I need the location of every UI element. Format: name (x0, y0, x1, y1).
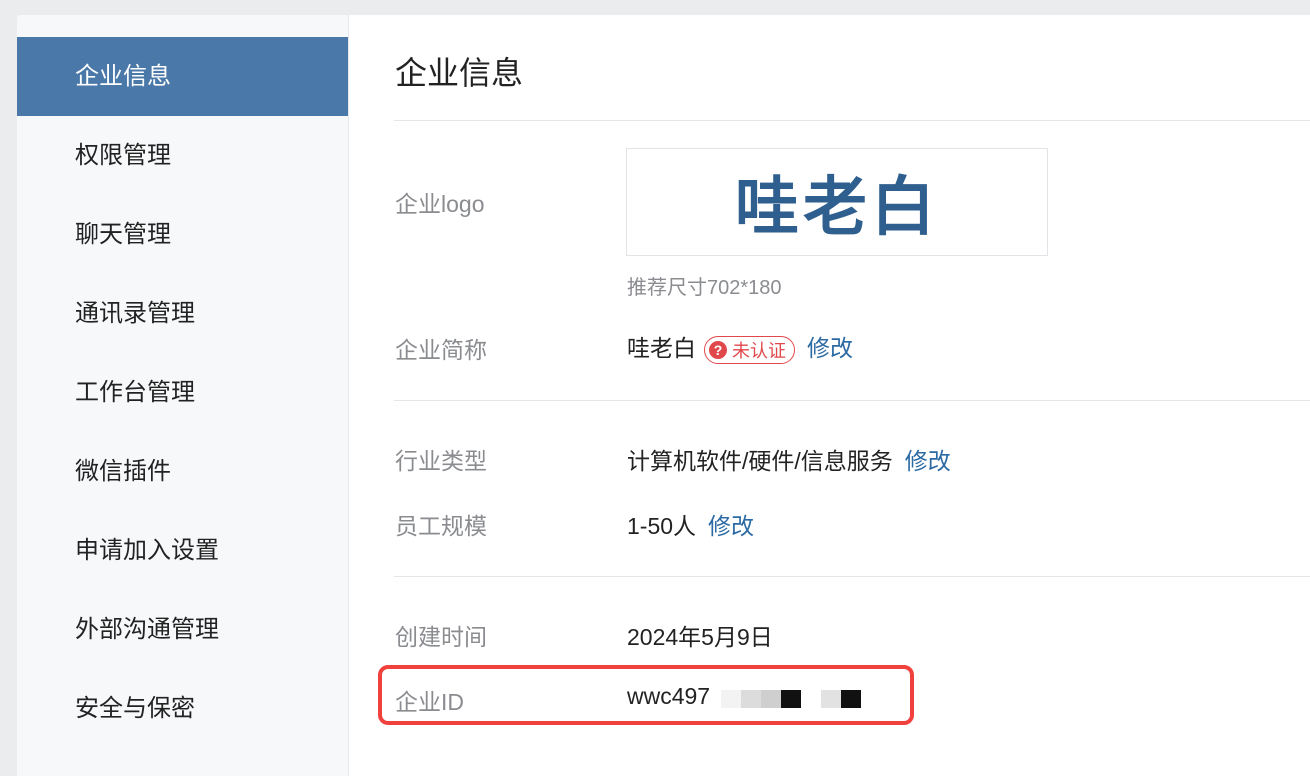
corp-id-highlight-box (378, 665, 914, 725)
scale-value: 1-50人 (627, 513, 697, 539)
settings-card: 企业信息 权限管理 聊天管理 通讯录管理 工作台管理 微信插件 申请加入设置 外… (17, 15, 1310, 776)
industry-label: 行业类型 (395, 448, 487, 474)
sidebar-item-company-info[interactable]: 企业信息 (17, 37, 348, 116)
created-value: 2024年5月9日 (627, 624, 773, 650)
created-label: 创建时间 (395, 624, 487, 650)
scale-row: 1-50人 修改 (627, 507, 754, 541)
sidebar-item-wechat-plugin[interactable]: 微信插件 (17, 432, 348, 511)
short-name-label: 企业简称 (395, 337, 487, 363)
unverified-badge[interactable]: ? 未认证 (704, 335, 795, 364)
divider (394, 120, 1310, 121)
industry-row: 计算机软件/硬件/信息服务 修改 (627, 442, 951, 476)
sidebar-item-join-settings[interactable]: 申请加入设置 (17, 511, 348, 590)
scale-label: 员工规模 (395, 513, 487, 539)
short-name-row: 哇老白? 未认证 修改 (627, 329, 853, 364)
question-circle-icon: ? (709, 340, 727, 359)
sidebar-item-contacts[interactable]: 通讯录管理 (17, 274, 348, 353)
edit-scale-link[interactable]: 修改 (708, 513, 754, 539)
company-logo[interactable]: 哇老白 (626, 148, 1048, 256)
page-title: 企业信息 (395, 55, 524, 91)
divider (394, 576, 1310, 577)
sidebar: 企业信息 权限管理 聊天管理 通讯录管理 工作台管理 微信插件 申请加入设置 外… (17, 15, 349, 776)
divider (394, 400, 1310, 401)
sidebar-item-permissions[interactable]: 权限管理 (17, 116, 348, 195)
short-name-value: 哇老白 (627, 335, 696, 361)
sidebar-item-workbench[interactable]: 工作台管理 (17, 353, 348, 432)
sidebar-item-chat[interactable]: 聊天管理 (17, 195, 348, 274)
edit-short-name-link[interactable]: 修改 (807, 335, 853, 361)
sidebar-item-external[interactable]: 外部沟通管理 (17, 590, 348, 669)
sidebar-item-security[interactable]: 安全与保密 (17, 669, 348, 748)
edit-industry-link[interactable]: 修改 (905, 448, 951, 474)
main-content: 企业信息 企业logo 哇老白 推荐尺寸702*180 企业简称 哇老白? 未认证… (349, 15, 1310, 776)
logo-text: 哇老白 (735, 171, 939, 243)
logo-size-hint: 推荐尺寸702*180 (627, 277, 782, 299)
logo-label: 企业logo (395, 191, 485, 217)
industry-value: 计算机软件/硬件/信息服务 (627, 448, 893, 474)
badge-label: 未认证 (732, 340, 786, 361)
